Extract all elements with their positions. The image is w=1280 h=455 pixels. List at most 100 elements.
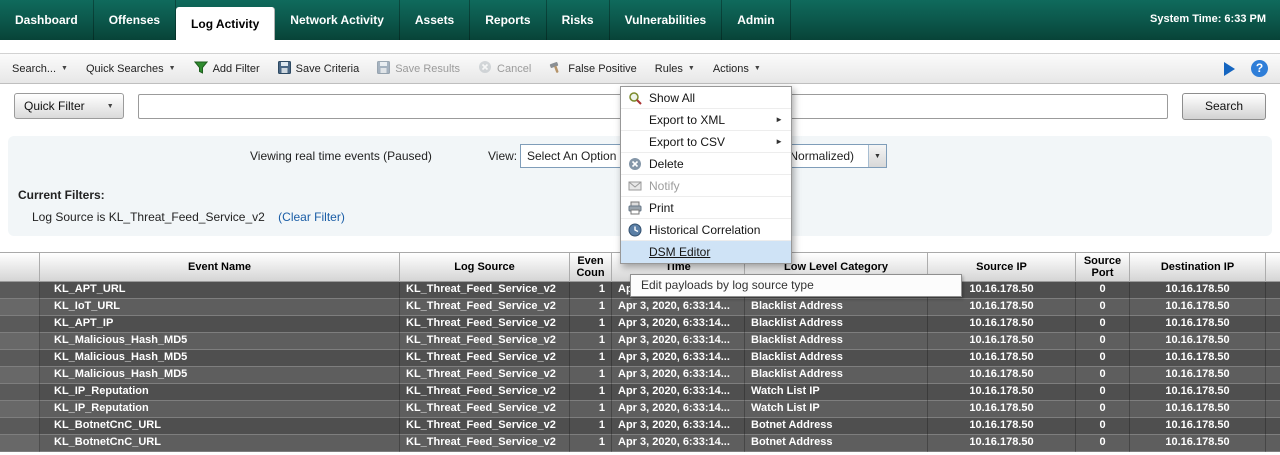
nav-tabs: DashboardOffensesLog ActivityNetwork Act… — [0, 0, 791, 40]
menu-item-label: Notify — [649, 179, 680, 193]
cell-source_port: 0 — [1076, 282, 1130, 299]
menu-item-export-to-xml[interactable]: Export to XML► — [621, 109, 791, 131]
menu-item-export-to-csv[interactable]: Export to CSV► — [621, 131, 791, 153]
top-nav: DashboardOffensesLog ActivityNetwork Act… — [0, 0, 1280, 40]
menu-item-notify[interactable]: Notify — [621, 175, 791, 197]
qradar-app: DashboardOffensesLog ActivityNetwork Act… — [0, 0, 1280, 452]
toolbar-item-label: Quick Searches — [86, 63, 164, 75]
tab-dashboard[interactable]: Dashboard — [0, 0, 94, 40]
cell-source_ip: 10.16.178.50 — [928, 435, 1076, 452]
toolbar: Search...▼ Quick Searches▼ Add Filter Save … — [0, 53, 1280, 84]
table-row[interactable]: KL_APT_IPKL_Threat_Feed_Service_v21Apr 3… — [0, 316, 1280, 333]
column-header-dest_ip[interactable]: Destination IP — [1130, 253, 1266, 282]
cell-category: Blacklist Address — [745, 367, 928, 384]
tab-admin[interactable]: Admin — [722, 0, 790, 40]
toolbar-item-add-filter[interactable]: Add Filter — [194, 61, 260, 77]
help-icon[interactable]: ? — [1251, 60, 1268, 77]
clear-filter-link[interactable]: (Clear Filter) — [278, 210, 345, 224]
chevron-down-icon: ▼ — [107, 103, 114, 110]
table-row[interactable]: KL_BotnetCnC_URLKL_Threat_Feed_Service_v… — [0, 435, 1280, 452]
table-row[interactable]: KL_Malicious_Hash_MD5KL_Threat_Feed_Serv… — [0, 333, 1280, 350]
search-button[interactable]: Search — [1182, 93, 1266, 120]
cell-event_name: KL_Malicious_Hash_MD5 — [40, 350, 400, 367]
cell-category: Botnet Address — [745, 418, 928, 435]
cell-dest_ip: 10.16.178.50 — [1130, 367, 1266, 384]
toolbar-item-rules[interactable]: Rules▼ — [655, 63, 695, 75]
cell-log_source: KL_Threat_Feed_Service_v2 — [400, 367, 570, 384]
cell-dest_ip: 10.16.178.50 — [1130, 435, 1266, 452]
menu-item-label: Show All — [649, 91, 695, 105]
cell-source_port: 0 — [1076, 401, 1130, 418]
cell-source_ip: 10.16.178.50 — [928, 350, 1076, 367]
toolbar-item-quick-searches[interactable]: Quick Searches▼ — [86, 63, 176, 75]
tab-vulnerabilities[interactable]: Vulnerabilities — [610, 0, 723, 40]
cell-count: 1 — [570, 435, 612, 452]
cell-gutter — [0, 333, 40, 350]
tab-network-activity[interactable]: Network Activity — [275, 0, 400, 40]
cell-gutter — [0, 401, 40, 418]
cell-gutter — [0, 367, 40, 384]
column-header-log_source[interactable]: Log Source — [400, 253, 570, 282]
menu-item-print[interactable]: Print — [621, 197, 791, 219]
menu-item-label: Print — [649, 201, 674, 215]
table-row[interactable]: KL_IP_ReputationKL_Threat_Feed_Service_v… — [0, 401, 1280, 418]
toolbar-item-save-criteria[interactable]: Save Criteria — [278, 61, 360, 77]
cell-log_source: KL_Threat_Feed_Service_v2 — [400, 299, 570, 316]
cell-category: Watch List IP — [745, 384, 928, 401]
toolbar-item-label: Add Filter — [213, 63, 260, 75]
column-header-dest_port[interactable]: DeP — [1266, 253, 1280, 282]
toolbar-item-actions[interactable]: Actions▼ — [713, 63, 761, 75]
cell-log_source: KL_Threat_Feed_Service_v2 — [400, 435, 570, 452]
menu-item-dsm-editor[interactable]: DSM Editor — [621, 241, 791, 263]
cell-time: Apr 3, 2020, 6:33:14... — [612, 418, 745, 435]
table-row[interactable]: KL_BotnetCnC_URLKL_Threat_Feed_Service_v… — [0, 418, 1280, 435]
cell-dest_ip: 10.16.178.50 — [1130, 333, 1266, 350]
cell-source_ip: 10.16.178.50 — [928, 316, 1076, 333]
cell-count: 1 — [570, 401, 612, 418]
tab-log-activity[interactable]: Log Activity — [176, 7, 275, 40]
cell-source_ip: 10.16.178.50 — [928, 418, 1076, 435]
toolbar-item-false-positive[interactable]: False Positive — [549, 61, 636, 77]
cell-log_source: KL_Threat_Feed_Service_v2 — [400, 350, 570, 367]
cell-dest_ip: 10.16.178.50 — [1130, 384, 1266, 401]
current-filters-label: Current Filters: — [18, 188, 105, 202]
cell-source_port: 0 — [1076, 316, 1130, 333]
cell-category: Blacklist Address — [745, 316, 928, 333]
cell-dest_ip: 10.16.178.50 — [1130, 401, 1266, 418]
column-header-event_name[interactable]: Event Name — [40, 253, 400, 282]
tab-risks[interactable]: Risks — [547, 0, 610, 40]
toolbar-items: Search...▼ Quick Searches▼ Add Filter Save … — [12, 60, 761, 77]
tab-assets[interactable]: Assets — [400, 0, 470, 40]
cell-count: 1 — [570, 418, 612, 435]
cell-source_port: 0 — [1076, 333, 1130, 350]
menu-item-show-all[interactable]: Show All — [621, 87, 791, 109]
cell-dest_port — [1266, 435, 1280, 452]
system-time: System Time: 6:33 PM — [1150, 13, 1266, 25]
cell-gutter — [0, 299, 40, 316]
submenu-arrow-icon: ► — [775, 137, 783, 146]
cell-dest_ip: 10.16.178.50 — [1130, 282, 1266, 299]
cell-dest_ip: 10.16.178.50 — [1130, 299, 1266, 316]
cell-gutter — [0, 316, 40, 333]
toolbar-item-search[interactable]: Search...▼ — [12, 63, 68, 75]
tab-reports[interactable]: Reports — [470, 0, 546, 40]
menu-item-historical-correlation[interactable]: Historical Correlation — [621, 219, 791, 241]
table-row[interactable]: KL_IoT_URLKL_Threat_Feed_Service_v21Apr … — [0, 299, 1280, 316]
table-row[interactable]: KL_Malicious_Hash_MD5KL_Threat_Feed_Serv… — [0, 350, 1280, 367]
column-header-source_port[interactable]: SourcePort — [1076, 253, 1130, 282]
menu-item-delete[interactable]: Delete — [621, 153, 791, 175]
column-header-count[interactable]: EvenCoun — [570, 253, 612, 282]
cell-log_source: KL_Threat_Feed_Service_v2 — [400, 316, 570, 333]
cell-source_ip: 10.16.178.50 — [928, 367, 1076, 384]
table-row[interactable]: KL_IP_ReputationKL_Threat_Feed_Service_v… — [0, 384, 1280, 401]
view-label: View: — [488, 149, 517, 163]
cell-category: Watch List IP — [745, 401, 928, 418]
play-icon[interactable] — [1224, 62, 1235, 76]
table-row[interactable]: KL_Malicious_Hash_MD5KL_Threat_Feed_Serv… — [0, 367, 1280, 384]
column-header-gutter — [0, 253, 40, 282]
quick-filter-dropdown[interactable]: Quick Filter ▼ — [14, 93, 124, 119]
chevron-down-icon: ▼ — [868, 145, 886, 167]
cell-count: 1 — [570, 333, 612, 350]
cell-event_name: KL_IP_Reputation — [40, 384, 400, 401]
tab-offenses[interactable]: Offenses — [94, 0, 176, 40]
